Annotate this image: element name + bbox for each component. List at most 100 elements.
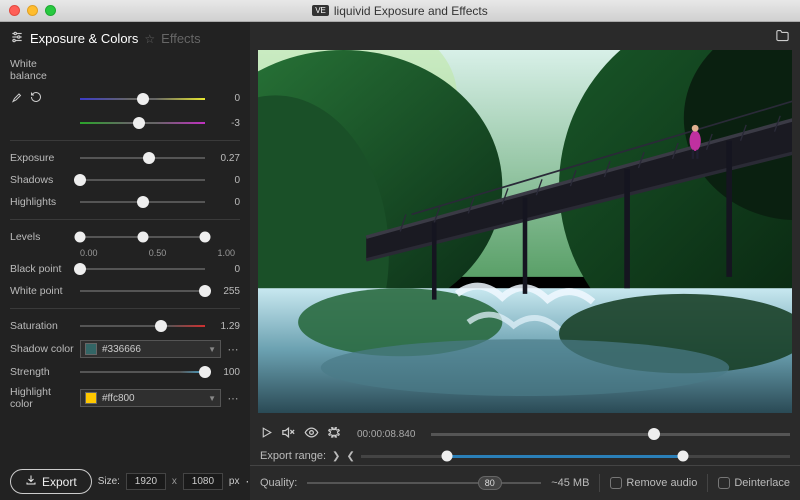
strength-label: Strength <box>10 366 75 378</box>
width-input[interactable] <box>126 473 166 490</box>
wb-tint-slider[interactable] <box>80 116 205 130</box>
divider <box>10 308 240 309</box>
sliders-icon <box>10 30 24 47</box>
blackpoint-label: Black point <box>10 263 75 275</box>
whitepoint-slider[interactable] <box>80 284 205 298</box>
play-button[interactable] <box>260 426 273 442</box>
shadows-label: Shadows <box>10 174 75 186</box>
levels-tick-1: 0.50 <box>149 248 167 258</box>
settings-button[interactable] <box>327 426 341 443</box>
quality-label: Quality: <box>260 477 297 489</box>
shadow-color-picker[interactable]: #336666 ▼ <box>80 340 221 358</box>
window-controls <box>9 5 56 16</box>
height-input[interactable] <box>183 473 223 490</box>
deinterlace-checkbox[interactable]: Deinterlace <box>718 477 790 489</box>
quality-value: 80 <box>478 476 502 490</box>
tab-effects[interactable]: Effects <box>161 31 201 46</box>
exposure-label: Exposure <box>10 152 75 164</box>
strength-value: 100 <box>210 367 240 378</box>
main-area: 00:00:08.840 Export range: ❯ ❮ <box>250 22 800 500</box>
shadow-color-hex: #336666 <box>102 344 141 355</box>
shadow-color-label: Shadow color <box>10 343 75 355</box>
quality-slider[interactable]: 80 <box>307 477 541 489</box>
minimize-window-button[interactable] <box>27 5 38 16</box>
remove-audio-checkbox[interactable]: Remove audio <box>610 477 697 489</box>
shadows-value: 0 <box>210 175 240 186</box>
playback-controls: 00:00:08.840 Export range: ❯ ❮ <box>250 421 800 465</box>
whitepoint-label: White point <box>10 285 75 297</box>
export-button[interactable]: Export <box>10 469 92 494</box>
highlight-color-hex: #ffc800 <box>102 393 135 404</box>
panel-tabs: Exposure & Colors ☆ Effects <box>10 30 240 47</box>
star-icon: ☆ <box>144 32 155 46</box>
mute-button[interactable] <box>281 425 296 443</box>
chevron-down-icon: ▼ <box>208 394 216 403</box>
highlights-slider[interactable] <box>80 195 205 209</box>
export-icon <box>25 474 37 489</box>
reset-icon[interactable] <box>30 91 42 106</box>
size-label: Size: <box>98 476 120 487</box>
exposure-slider[interactable] <box>80 151 205 165</box>
exposure-value: 0.27 <box>210 153 240 164</box>
eyedropper-icon[interactable] <box>10 91 22 106</box>
saturation-value: 1.29 <box>210 321 240 332</box>
timeline-slider[interactable] <box>431 427 790 441</box>
range-start-button[interactable]: ❯ <box>332 451 340 462</box>
levels-label: Levels <box>10 231 75 243</box>
highlights-value: 0 <box>210 197 240 208</box>
bottom-bar: Quality: 80 ~45 MB Remove audio Deinterl… <box>250 465 800 500</box>
levels-tick-2: 1.00 <box>217 248 235 258</box>
divider <box>599 474 600 492</box>
divider <box>707 474 708 492</box>
strength-slider[interactable] <box>80 365 205 379</box>
wb-temp-slider[interactable] <box>80 92 205 106</box>
view-button[interactable] <box>304 425 319 443</box>
levels-slider[interactable] <box>80 230 205 244</box>
size-x: x <box>172 476 177 487</box>
export-range-label: Export range: <box>260 450 326 462</box>
export-label: Export <box>42 475 77 489</box>
open-folder-button[interactable] <box>775 28 790 46</box>
tab-exposure-colors[interactable]: Exposure & Colors <box>30 31 138 46</box>
size-unit: px <box>229 476 240 487</box>
blackpoint-value: 0 <box>210 264 240 275</box>
shadow-color-swatch <box>85 343 97 355</box>
range-end-button[interactable]: ❮ <box>346 451 354 462</box>
divider <box>10 219 240 220</box>
deinterlace-label: Deinterlace <box>734 477 790 489</box>
timecode: 00:00:08.840 <box>357 429 415 440</box>
saturation-slider[interactable] <box>80 319 205 333</box>
shadows-slider[interactable] <box>80 173 205 187</box>
more-button[interactable]: ⋯ <box>226 392 240 405</box>
video-preview[interactable] <box>258 50 792 413</box>
close-window-button[interactable] <box>9 5 20 16</box>
highlight-color-label: Highlight color <box>10 386 75 410</box>
highlight-color-picker[interactable]: #ffc800 ▼ <box>80 389 221 407</box>
divider <box>10 140 240 141</box>
whitepoint-value: 255 <box>210 286 240 297</box>
wb-tint-value: -3 <box>210 118 240 129</box>
maximize-window-button[interactable] <box>45 5 56 16</box>
highlights-label: Highlights <box>10 196 75 208</box>
wb-temp-value: 0 <box>210 93 240 104</box>
sidebar: Exposure & Colors ☆ Effects White balanc… <box>0 22 250 500</box>
titlebar: VE liquivid Exposure and Effects <box>0 0 800 22</box>
white-balance-label: White balance <box>10 58 75 82</box>
more-button[interactable]: ⋯ <box>226 343 240 356</box>
quality-size-estimate: ~45 MB <box>551 477 589 489</box>
levels-tick-0: 0.00 <box>80 248 98 258</box>
export-row: Export Size: x px ⋯ <box>10 465 240 494</box>
content-area: Exposure & Colors ☆ Effects White balanc… <box>0 22 800 500</box>
window-title-text: liquivid Exposure and Effects <box>334 4 488 18</box>
highlight-color-swatch <box>85 392 97 404</box>
blackpoint-slider[interactable] <box>80 262 205 276</box>
saturation-label: Saturation <box>10 320 75 332</box>
chevron-down-icon: ▼ <box>208 345 216 354</box>
checkbox-icon <box>718 477 730 489</box>
remove-audio-label: Remove audio <box>626 477 697 489</box>
app-badge: VE <box>312 5 329 16</box>
app-window: VE liquivid Exposure and Effects Exposur… <box>0 0 800 500</box>
window-title: VE liquivid Exposure and Effects <box>0 4 800 18</box>
export-range-slider[interactable] <box>361 449 790 463</box>
checkbox-icon <box>610 477 622 489</box>
